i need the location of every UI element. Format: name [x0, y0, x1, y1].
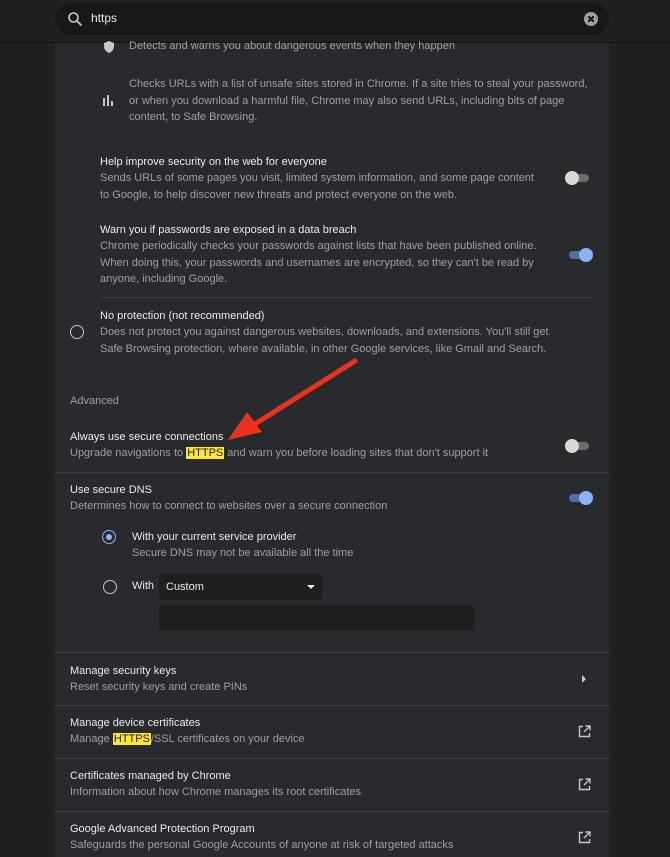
- https-only-desc-after: and warn you before loading sites that d…: [224, 447, 489, 459]
- search-icon: [68, 12, 82, 26]
- divider: [100, 297, 592, 298]
- row-description: Safeguards the personal Google Accounts …: [70, 839, 454, 851]
- https-only-toggle[interactable]: [565, 439, 591, 453]
- external-link-icon[interactable]: [578, 778, 591, 791]
- security-settings-card: Detects and warns you about dangerous ev…: [55, 40, 609, 857]
- no-protection-radio[interactable]: [70, 325, 84, 339]
- manage-device-certificates-row[interactable]: Manage device certificates Manage HTTPS/…: [55, 706, 609, 758]
- password-warn-description: Chrome periodically checks your password…: [100, 240, 537, 285]
- advanced-protection-program-row[interactable]: Google Advanced Protection Program Safeg…: [55, 812, 609, 857]
- help-improve-title: Help improve security on the web for eve…: [100, 156, 327, 168]
- certificates-managed-by-chrome-row[interactable]: Certificates managed by Chrome Informati…: [55, 759, 609, 811]
- search-field[interactable]: https: [55, 3, 609, 35]
- chevron-right-icon: [582, 675, 586, 683]
- dns-with-label: With: [132, 580, 154, 592]
- https-only-desc-before: Upgrade navigations to: [70, 447, 187, 459]
- https-only-description: Upgrade navigations to HTTPS and warn yo…: [70, 445, 540, 462]
- no-protection-title: No protection (not recommended): [100, 310, 265, 322]
- secure-dns-toggle[interactable]: [567, 491, 593, 505]
- search-input[interactable]: https: [91, 11, 117, 25]
- password-warn-toggle[interactable]: [567, 248, 593, 262]
- https-only-title: Always use secure connections: [70, 431, 224, 443]
- https-highlight: HTTPS: [186, 447, 225, 459]
- help-improve-description: Sends URLs of some pages you visit, limi…: [100, 172, 535, 201]
- secure-dns-description: Determines how to connect to websites ov…: [70, 500, 388, 512]
- row-description: Information about how Chrome manages its…: [70, 786, 362, 798]
- external-link-icon[interactable]: [578, 725, 591, 738]
- dns-current-provider-title: With your current service provider: [132, 531, 297, 543]
- row-description: Reset security keys and create PINs: [70, 681, 248, 693]
- dns-custom-radio[interactable]: [103, 580, 117, 594]
- dns-provider-select[interactable]: Custom: [159, 574, 322, 600]
- external-link-icon[interactable]: [578, 831, 591, 844]
- manage-security-keys-row[interactable]: Manage security keys Reset security keys…: [55, 653, 609, 705]
- row-title: Manage device certificates: [70, 717, 201, 729]
- row-title: Google Advanced Protection Program: [70, 823, 255, 835]
- https-highlight: HTTPS: [112, 733, 151, 745]
- row-desc-before: Manage: [70, 733, 113, 745]
- row-title: Manage security keys: [70, 665, 177, 677]
- secure-dns-title: Use secure DNS: [70, 484, 152, 496]
- urls-description: Checks URLs with a list of unsafe sites …: [129, 78, 588, 123]
- no-protection-description: Does not protect you against dangerous w…: [100, 326, 549, 355]
- help-improve-toggle[interactable]: [565, 171, 591, 185]
- chart-bars-icon: [103, 95, 113, 106]
- divider: [55, 472, 609, 473]
- dns-current-provider-radio[interactable]: [102, 530, 116, 544]
- dropdown-caret-icon: [307, 585, 315, 589]
- advanced-section-label: Advanced: [70, 395, 119, 407]
- password-warn-title: Warn you if passwords are exposed in a d…: [100, 224, 357, 236]
- events-description: Detects and warns you about dangerous ev…: [129, 40, 455, 52]
- dns-current-provider-description: Secure DNS may not be available all the …: [132, 547, 354, 559]
- shield-icon: [104, 41, 114, 53]
- custom-dns-input[interactable]: [159, 605, 474, 631]
- row-desc-after: /SSL certificates on your device: [150, 733, 305, 745]
- row-description: Manage HTTPS/SSL certificates on your de…: [70, 731, 530, 748]
- row-title: Certificates managed by Chrome: [70, 770, 231, 782]
- search-bar-region: https: [0, 0, 670, 43]
- dns-provider-select-value: Custom: [166, 581, 204, 593]
- clear-search-icon[interactable]: [584, 12, 598, 26]
